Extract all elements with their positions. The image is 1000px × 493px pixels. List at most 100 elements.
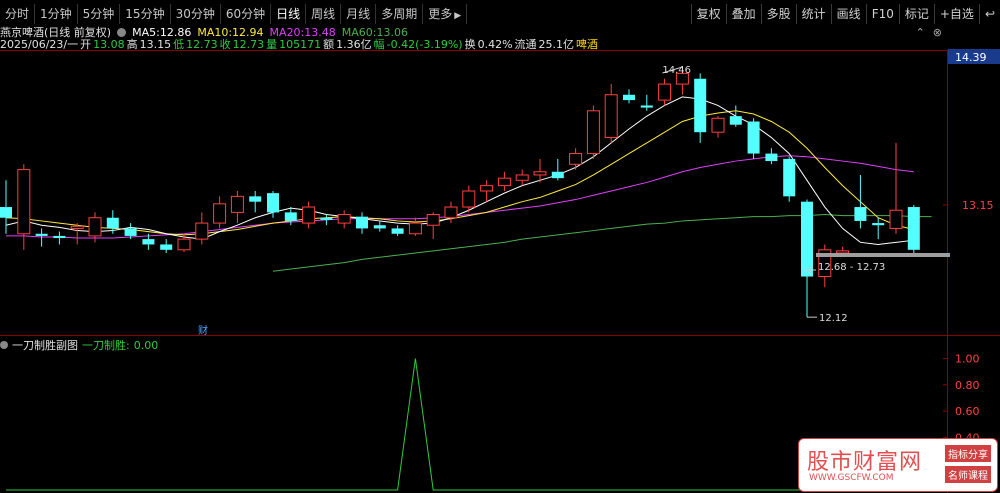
candle-body-48 xyxy=(854,207,867,221)
candle-body-37 xyxy=(658,83,672,101)
price-tag-value: 14.39 xyxy=(955,51,987,64)
candle-body-36 xyxy=(640,105,653,108)
candle-body-7 xyxy=(124,228,137,236)
candle-45[interactable] xyxy=(801,199,813,318)
candle-39[interactable] xyxy=(694,73,707,143)
watermark-logo: 股市财富网 WWW.GSCFW.COM 指标分享 名师课程 xyxy=(798,438,998,492)
candle-0[interactable] xyxy=(0,180,12,234)
candle-body-23 xyxy=(408,222,422,235)
watermark-tag-indicators: 指标分享 xyxy=(945,445,991,462)
watermark-tag-courses: 名师课程 xyxy=(945,466,991,483)
candle-body-16 xyxy=(284,212,297,221)
candle-body-2 xyxy=(35,233,48,236)
price-axis-mid-label: 13.15 xyxy=(962,199,994,212)
candle-14[interactable] xyxy=(249,191,262,213)
candle-41[interactable] xyxy=(729,105,742,127)
candle-body-42 xyxy=(747,121,760,154)
candle-19[interactable] xyxy=(337,210,351,229)
candle-body-47 xyxy=(836,250,850,254)
candle-body-0 xyxy=(0,207,12,218)
candle-25[interactable] xyxy=(444,201,458,224)
candle-body-10 xyxy=(177,238,191,251)
candle-18[interactable] xyxy=(320,214,333,226)
candle-body-22 xyxy=(391,228,404,234)
candle-body-9 xyxy=(160,244,173,250)
candle-body-32 xyxy=(569,153,583,165)
subchart-settings-icon[interactable] xyxy=(0,341,8,349)
subchart-signal-line xyxy=(6,358,914,491)
signal-polyline xyxy=(6,358,914,491)
candle-27[interactable] xyxy=(480,180,494,202)
subchart-title[interactable]: 一刀制胜副图 xyxy=(12,339,78,353)
candle-9[interactable] xyxy=(160,239,173,254)
candle-body-44 xyxy=(783,158,796,197)
candles-group xyxy=(0,66,920,318)
candle-body-4 xyxy=(70,225,84,229)
candle-body-21 xyxy=(373,225,386,229)
candle-32[interactable] xyxy=(569,148,583,170)
candle-35[interactable] xyxy=(623,89,635,104)
candle-3[interactable] xyxy=(53,231,66,245)
candle-20[interactable] xyxy=(356,212,368,234)
candle-body-11 xyxy=(195,222,209,240)
candle-36[interactable] xyxy=(640,94,653,111)
candle-21[interactable] xyxy=(373,220,386,232)
candle-body-34 xyxy=(604,94,618,139)
subchart-value: 0.00 xyxy=(133,339,159,352)
candle-37[interactable] xyxy=(658,78,672,106)
candle-4[interactable] xyxy=(70,223,84,245)
candle-34[interactable] xyxy=(604,84,618,143)
candle-51[interactable] xyxy=(907,204,920,254)
candle-body-6 xyxy=(106,217,119,229)
candle-22[interactable] xyxy=(391,225,404,236)
candle-body-3 xyxy=(53,235,66,239)
candle-29[interactable] xyxy=(515,169,529,186)
candle-body-43 xyxy=(765,153,778,162)
watermark-url: WWW.GSCFW.COM xyxy=(809,473,894,483)
candle-body-13 xyxy=(230,195,244,213)
candle-50[interactable] xyxy=(889,142,903,234)
finance-marker[interactable]: 财 xyxy=(198,324,208,337)
annotations-group: 14.39 13.15 14.46 12.12 12.68 - 12.73 财 xyxy=(198,49,1000,337)
high-marker-label: 14.46 xyxy=(662,65,691,76)
ma5-line xyxy=(5,96,914,245)
candle-31[interactable] xyxy=(551,158,564,181)
candle-33[interactable] xyxy=(586,105,600,159)
candle-42[interactable] xyxy=(747,118,760,159)
candle-24[interactable] xyxy=(426,212,440,240)
candle-body-15 xyxy=(267,193,279,213)
candle-48[interactable] xyxy=(854,174,867,229)
candle-body-5 xyxy=(88,217,102,237)
candle-40[interactable] xyxy=(711,116,725,138)
candle-body-51 xyxy=(907,207,920,250)
candle-12[interactable] xyxy=(213,196,227,229)
candle-body-18 xyxy=(320,217,333,220)
candle-28[interactable] xyxy=(497,171,511,191)
sub-axis-label-2: 0.60 xyxy=(955,405,980,418)
candle-body-20 xyxy=(356,216,368,229)
candle-body-45 xyxy=(801,201,813,277)
candle-body-30 xyxy=(533,171,547,176)
candlestick-chart[interactable]: 14.39 13.15 14.46 12.12 12.68 - 12.73 财 … xyxy=(0,0,1000,493)
sub-axis-label-1: 0.80 xyxy=(955,379,980,392)
candle-body-25 xyxy=(444,206,458,219)
candle-11[interactable] xyxy=(195,212,209,245)
candle-44[interactable] xyxy=(783,156,796,202)
candle-body-49 xyxy=(872,223,885,226)
candle-1[interactable] xyxy=(17,164,31,250)
candle-body-39 xyxy=(694,78,707,133)
candle-49[interactable] xyxy=(872,217,885,240)
range-label: 12.68 - 12.73 xyxy=(818,262,885,273)
candle-body-17 xyxy=(302,206,316,224)
candle-body-12 xyxy=(213,203,227,224)
candle-23[interactable] xyxy=(408,217,422,236)
candle-13[interactable] xyxy=(230,191,244,224)
candle-body-33 xyxy=(586,110,600,155)
candle-body-19 xyxy=(337,214,351,224)
candle-body-8 xyxy=(142,239,155,245)
candle-17[interactable] xyxy=(302,201,316,229)
candle-body-24 xyxy=(426,214,440,226)
candle-body-50 xyxy=(889,209,903,229)
candle-43[interactable] xyxy=(765,148,778,165)
candle-2[interactable] xyxy=(35,228,48,247)
